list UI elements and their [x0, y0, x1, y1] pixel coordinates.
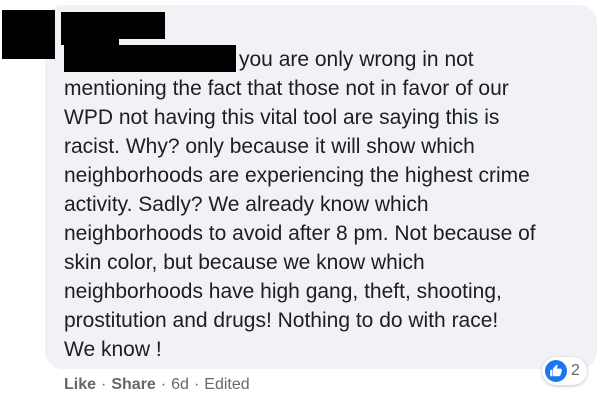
separator: ·	[101, 376, 107, 393]
avatar-redacted[interactable]	[2, 10, 55, 59]
comment-line: activity. Sadly? We already know which	[64, 193, 429, 216]
comment-age[interactable]: 6d	[171, 376, 189, 393]
comment-line: WPD not having this vital tool are sayin…	[64, 106, 500, 129]
thumbs-up-icon	[545, 360, 567, 382]
edited-label[interactable]: Edited	[204, 376, 249, 393]
separator: ·	[160, 376, 167, 393]
like-button[interactable]: Like	[64, 376, 96, 393]
comment-actions: Like · Share · 6d · Edited	[64, 376, 250, 394]
author-name-redacted[interactable]	[61, 12, 165, 39]
reaction-count: 2	[571, 362, 580, 379]
comment-screenshot: you are only wrong in not mentioning the…	[0, 0, 606, 403]
share-button[interactable]: Share	[111, 376, 155, 393]
comment-line: We know !	[64, 338, 162, 361]
reaction-badge[interactable]: 2	[542, 357, 587, 385]
comment-line: neighborhoods to avoid after 8 pm. Not b…	[64, 222, 536, 245]
comment-line: mentioning the fact that those not in fa…	[64, 77, 509, 100]
comment-line: you are only wrong in not	[239, 48, 474, 71]
separator: ·	[193, 376, 200, 393]
comment-line: racist. Why? only because it will show w…	[64, 135, 475, 158]
comment-line: skin color, but because we know which	[64, 251, 425, 274]
comment-line: prostitution and drugs! Nothing to do wi…	[64, 309, 499, 332]
comment-line: neighborhoods have high gang, theft, sho…	[64, 280, 502, 303]
comment-text: you are only wrong in not mentioning the…	[64, 45, 584, 364]
comment-line: neighborhoods are experiencing the highe…	[64, 164, 530, 187]
mention-redacted[interactable]	[64, 45, 236, 72]
